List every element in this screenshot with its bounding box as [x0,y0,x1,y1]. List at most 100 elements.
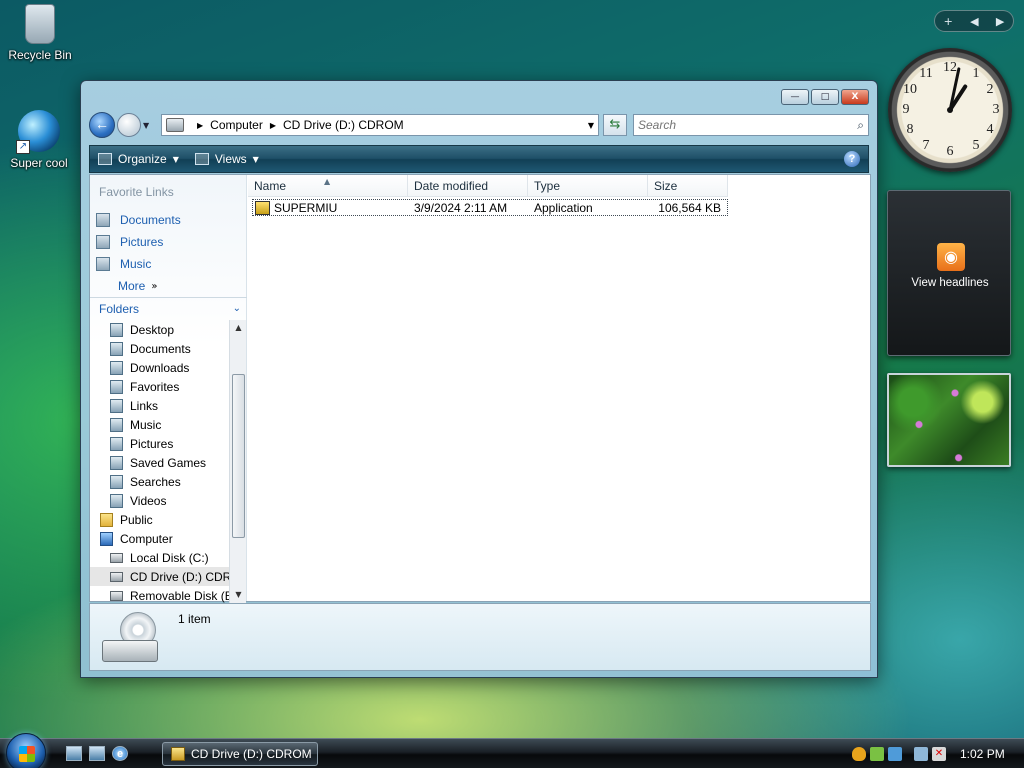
tree-item-music[interactable]: Music [90,415,230,434]
address-dropdown-icon[interactable]: ▼ [588,121,594,130]
notification-area: ✕ 1:02 PM [852,742,1024,766]
folders-header[interactable]: Folders ⌄ [90,297,247,319]
help-button[interactable]: ? [844,151,860,167]
tree-item-public[interactable]: Public [90,510,230,529]
network-icon[interactable] [914,747,928,761]
tree-item-label: Videos [130,493,167,508]
recent-pages-dropdown[interactable]: ▼ [143,121,155,130]
taskbar-button-label: CD Drive (D:) CDROM [191,747,312,761]
column-header-label: Date modified [414,179,489,193]
tree-item-label: Public [120,512,153,527]
next-gadget-button[interactable]: ▶ [996,15,1004,28]
folder-tree-scrollbar[interactable]: ▲ ▼ [229,320,246,603]
close-button[interactable]: X [841,89,869,105]
tree-item-favorites[interactable]: Favorites [90,377,230,396]
breadcrumb-separator[interactable]: ▶ [270,121,276,130]
breadcrumb-computer[interactable]: Computer [210,118,263,132]
column-header-date[interactable]: Date modified [408,175,528,197]
favorite-link-music[interactable]: Music [96,253,181,275]
super-cool-desktop-icon[interactable]: ↗ Super cool [1,110,77,170]
column-header-label: Name [254,179,287,193]
clock-gadget[interactable]: 12 1 2 3 4 5 6 7 8 9 10 11 [888,48,1012,172]
tree-item-desktop[interactable]: Desktop [90,320,230,339]
switch-windows-icon[interactable] [89,746,105,761]
tree-item-label: Desktop [130,322,175,337]
explorer-window: — □ X ← ▼ ▶ Computer ▶ CD Drive (D:) CDR… [80,80,878,678]
column-header-name[interactable]: Name ▲ [248,175,408,197]
tree-item-videos[interactable]: Videos [90,491,230,510]
maximize-button[interactable]: □ [811,89,839,105]
clock-center-pin [947,107,953,113]
tree-item-computer[interactable]: Computer [90,529,230,548]
folder-icon [171,747,185,761]
minimize-button[interactable]: — [781,89,809,105]
address-bar[interactable]: ▶ Computer ▶ CD Drive (D:) CDROM ▼ [161,114,599,136]
tree-item-pictures[interactable]: Pictures [90,434,230,453]
organize-button[interactable]: Organize ▼ [90,146,187,172]
forward-button[interactable] [117,113,141,137]
taskbar-clock[interactable]: 1:02 PM [960,747,1005,761]
gadget-toolbar: + ◀ ▶ [934,10,1014,32]
double-chevron-icon: » [151,280,158,292]
volume-muted-icon[interactable]: ✕ [932,747,946,761]
column-header-size[interactable]: Size [648,175,728,197]
searches-folder-icon [110,474,123,489]
chevron-down-icon: ▼ [252,154,259,164]
tree-item-label: Searches [130,474,181,489]
views-button[interactable]: Views ▼ [187,146,267,172]
back-button[interactable]: ← [89,112,115,138]
refresh-button[interactable]: ⇆ [603,114,627,136]
view-headlines-label[interactable]: View headlines [888,277,1012,289]
taskbar-button-cd-drive[interactable]: CD Drive (D:) CDROM [162,742,318,766]
tree-item-removable-disk[interactable]: Removable Disk (E [90,586,230,603]
tree-item-saved-games[interactable]: Saved Games [90,453,230,472]
documents-icon [96,213,110,227]
tree-item-cd-drive[interactable]: CD Drive (D:) CDRO [90,567,230,586]
tree-item-searches[interactable]: Searches [90,472,230,491]
favorite-links-title: Favorite Links [99,185,174,199]
tree-item-links[interactable]: Links [90,396,230,415]
scroll-up-icon[interactable]: ▲ [230,320,247,336]
security-shield-icon[interactable] [852,747,866,761]
more-label: More [118,279,146,293]
favorite-link-pictures[interactable]: Pictures [96,231,181,253]
clock-number: 4 [986,122,994,137]
file-row[interactable]: SUPERMIU 3/9/2024 2:11 AM Application 10… [252,199,728,216]
clock-number: 10 [903,82,917,97]
windows-update-icon[interactable] [888,747,902,761]
previous-gadget-button[interactable]: ◀ [970,15,978,28]
slideshow-gadget[interactable] [887,373,1011,467]
address-row: ← ▼ ▶ Computer ▶ CD Drive (D:) CDROM ▼ ⇆… [89,111,869,139]
show-desktop-icon[interactable] [66,746,82,761]
favorite-links-list: Documents Pictures Music More » [96,209,181,297]
breadcrumb-separator[interactable]: ▶ [197,121,203,130]
tree-item-downloads[interactable]: Downloads [90,358,230,377]
column-header-type[interactable]: Type [528,175,648,197]
cd-drive-icon [110,571,123,582]
breadcrumb-cd-drive[interactable]: CD Drive (D:) CDROM [283,118,404,132]
tree-item-label: Downloads [130,360,190,375]
tree-item-documents[interactable]: Documents [90,339,230,358]
scroll-thumb[interactable] [232,374,245,538]
tree-item-local-disk[interactable]: Local Disk (C:) [90,548,230,567]
clock-number: 8 [906,122,914,137]
search-field[interactable]: ⌕ [633,114,869,136]
favorite-link-label: Music [120,257,152,271]
internet-explorer-icon[interactable]: e [112,746,128,761]
feed-headlines-gadget[interactable]: ◉ View headlines [887,190,1011,356]
favorite-link-label: Documents [120,213,181,227]
window-controls: — □ X [781,89,869,105]
views-label: Views [214,152,247,166]
favorite-link-documents[interactable]: Documents [96,209,181,231]
tree-item-label: Links [130,398,159,413]
recycle-bin-desktop-icon[interactable]: Recycle Bin [2,4,78,62]
safely-remove-icon[interactable] [870,747,884,761]
add-gadget-button[interactable]: + [944,15,953,28]
recycle-bin-icon [25,4,55,44]
scroll-down-icon[interactable]: ▼ [230,587,247,603]
desktop-icon [110,322,123,337]
more-links-button[interactable]: More » [96,275,181,297]
start-button[interactable] [6,733,46,768]
search-input[interactable] [638,118,838,132]
search-icon[interactable]: ⌕ [857,118,864,133]
